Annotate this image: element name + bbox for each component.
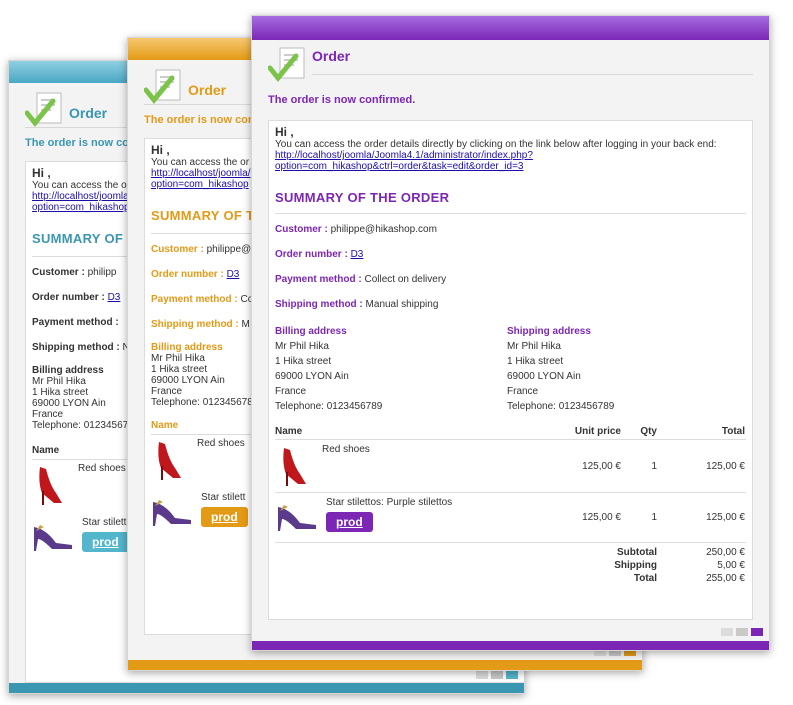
order-title: Order <box>312 48 351 64</box>
item-name: Star stiletto <box>82 517 133 528</box>
order-title: Order <box>69 104 108 121</box>
billing-name: Mr Phil Hika <box>275 341 329 352</box>
table-header: Name Unit price Qty Total <box>275 424 746 440</box>
divider <box>275 213 746 214</box>
prod-button[interactable]: prod <box>82 532 129 552</box>
col-qty: Qty <box>640 426 657 437</box>
item-name: Star stilettos: Purple stilettos <box>326 497 453 508</box>
table-row: Star stilettos: Purple stilettos prod 12… <box>275 493 746 543</box>
shipping-country: France <box>507 386 539 397</box>
billing-title: Billing address <box>275 326 347 337</box>
item-cell: Star stilettos: Purple stilettos prod <box>275 493 550 543</box>
red-shoe-icon <box>32 463 72 511</box>
red-shoe-icon <box>151 438 191 486</box>
shipping-cost-row: Shipping 5,00 € <box>275 559 746 572</box>
shipping-title: Shipping address <box>507 326 591 337</box>
header-band <box>252 16 769 40</box>
total-row: Total 255,00 € <box>275 572 746 585</box>
item-qty: 1 <box>651 512 657 523</box>
order-title: Order <box>188 81 227 98</box>
email-preview-purple: Order The order is now confirmed. Hi , Y… <box>251 15 770 651</box>
checklist-icon <box>267 46 312 89</box>
item-total: 125,00 € <box>706 460 745 472</box>
email-body: Hi , You can access the order details di… <box>268 120 753 620</box>
divider <box>312 74 753 75</box>
shipping-street: 1 Hika street <box>507 356 564 367</box>
item-name: Red shoes <box>197 438 245 449</box>
greeting: Hi , <box>275 125 294 139</box>
confirmation-text: The order is now confirmed. <box>268 94 416 106</box>
total-label: Total <box>633 573 657 584</box>
item-unit-price: 125,00 € <box>582 460 621 472</box>
billing-country: France <box>275 386 307 397</box>
shipping-cost-value: 5,00 € <box>717 560 745 571</box>
footer-band <box>252 641 769 650</box>
item-name: Red shoes <box>78 463 126 474</box>
shipping-name: Mr Phil Hika <box>507 341 561 352</box>
billing-address: Billing address Mr Phil Hika 1 Hika stre… <box>275 324 507 414</box>
shipping-city: 69000 LYON Ain <box>507 371 581 382</box>
shipping-address: Shipping address Mr Phil Hika 1 Hika str… <box>507 324 614 414</box>
col-unit-price: Unit price <box>574 426 621 437</box>
intro-text: You can access the order details directl… <box>275 139 717 150</box>
purple-stiletto-icon <box>151 492 195 531</box>
total-value: 255,00 € <box>706 573 745 584</box>
addresses: Billing address Mr Phil Hika 1 Hika stre… <box>275 324 746 414</box>
items-table: Name Unit price Qty Total Red shoes 125,… <box>275 424 746 585</box>
purple-stiletto-icon <box>276 497 320 536</box>
red-shoe-icon <box>276 444 316 491</box>
table-row: Red shoes 125,00 € 1 125,00 € <box>275 440 746 493</box>
item-total: 125,00 € <box>706 512 745 523</box>
subtotal-label: Subtotal <box>617 547 657 558</box>
billing-city: 69000 LYON Ain <box>275 371 349 382</box>
item-unit-price: 125,00 € <box>582 512 621 523</box>
order-number-link[interactable]: D3 <box>351 249 364 260</box>
payment-row: Payment method : Collect on delivery <box>275 274 447 285</box>
item-cell: Red shoes <box>275 440 550 493</box>
order-link[interactable]: http://localhost/joomla/Joomla4.1/admini… <box>275 150 746 161</box>
footer-squares <box>476 671 518 679</box>
subtotal-value: 250,00 € <box>706 547 745 558</box>
confirmation-text: The order is now conf <box>144 114 259 126</box>
col-name: Name <box>275 426 303 437</box>
prod-button[interactable]: prod <box>326 512 373 532</box>
item-name: Red shoes <box>322 444 370 455</box>
billing-street: 1 Hika street <box>275 356 332 367</box>
footer-band <box>128 660 642 670</box>
subtotal-row: Subtotal 250,00 € <box>275 543 746 560</box>
customer-row: Customer : philippe@hikashop.com <box>275 224 437 235</box>
item-qty: 1 <box>651 460 657 472</box>
order-number-row: Order number : D3 <box>275 249 364 260</box>
shipping-phone: Telephone: 0123456789 <box>507 401 615 412</box>
purple-stiletto-icon <box>32 517 76 556</box>
billing-phone: Telephone: 0123456789 <box>275 401 383 412</box>
prod-button[interactable]: prod <box>201 507 248 527</box>
order-link-2[interactable]: option=com_hikashop&ctrl=order&task=edit… <box>275 161 746 172</box>
summary-title: SUMMARY OF THE ORDER <box>275 190 450 205</box>
item-name: Star stilett <box>201 492 246 503</box>
order-header: Order <box>267 46 351 89</box>
shipping-row: Shipping method : Manual shipping <box>275 299 439 310</box>
footer-squares <box>721 628 763 636</box>
shipping-cost-label: Shipping <box>614 560 657 571</box>
footer-band <box>9 683 524 693</box>
col-total: Total <box>721 426 745 437</box>
